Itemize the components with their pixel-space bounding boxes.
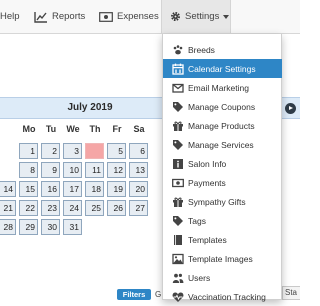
- weekday-label: We: [66, 124, 80, 134]
- menu-item-label: Template Images: [188, 253, 253, 264]
- menu-item-label: Tags: [188, 215, 206, 226]
- calendar-day[interactable]: 19: [107, 181, 126, 197]
- calendar-day[interactable]: 24: [63, 200, 82, 216]
- menu-item-manage-coupons[interactable]: Manage Coupons: [163, 97, 282, 116]
- calendar-day[interactable]: 23: [41, 200, 60, 216]
- calendar-day[interactable]: 17: [63, 181, 82, 197]
- partial-status-tab[interactable]: Sta: [282, 286, 300, 300]
- calendar-day[interactable]: 14: [0, 181, 16, 197]
- menu-item-label: Vaccination Tracking: [188, 291, 266, 302]
- calendar-day[interactable]: 25: [85, 200, 104, 216]
- calendar-day[interactable]: 12: [107, 162, 126, 178]
- settings-dropdown-menu: Breeds Calendar Settings Email Marketing Ma…: [162, 34, 282, 302]
- menu-item-users[interactable]: Users: [163, 268, 282, 287]
- envelope-icon: [172, 82, 188, 94]
- calendar-day[interactable]: 3: [63, 143, 82, 159]
- calendar-day[interactable]: 21: [0, 200, 16, 216]
- calendar-day[interactable]: 1: [19, 143, 38, 159]
- top-navigation: Help Reports Expenses Settings: [0, 0, 300, 34]
- tag-icon: [172, 101, 188, 113]
- calendar-day[interactable]: 15: [19, 181, 38, 197]
- menu-item-label: Email Marketing: [188, 82, 249, 93]
- partial-bottom-label: G: [155, 290, 162, 299]
- nav-help[interactable]: Help: [0, 0, 20, 33]
- calendar-day[interactable]: 22: [19, 200, 38, 216]
- calendar-day[interactable]: 8: [19, 162, 38, 178]
- nav-help-label: Help: [0, 11, 20, 22]
- nav-expenses[interactable]: Expenses: [99, 0, 159, 33]
- money-icon: [99, 11, 117, 22]
- menu-item-tags[interactable]: Tags: [163, 211, 282, 230]
- calendar-day[interactable]: 31: [63, 219, 82, 235]
- menu-item-label: Manage Services: [188, 139, 254, 150]
- nav-settings-dropdown[interactable]: Settings: [161, 0, 231, 33]
- calendar-day[interactable]: 18: [85, 181, 104, 197]
- menu-item-label: Templates: [188, 234, 227, 245]
- image-icon: [172, 253, 188, 265]
- menu-item-label: Manage Coupons: [188, 101, 256, 112]
- money-icon: [172, 177, 188, 189]
- menu-item-salon-info[interactable]: Salon Info: [163, 154, 282, 173]
- next-month-icon[interactable]: [285, 103, 296, 114]
- menu-item-label: Payments: [188, 177, 226, 188]
- heartbeat-icon: [172, 291, 188, 303]
- calendar-day[interactable]: 10: [63, 162, 82, 178]
- calendar-day[interactable]: 20: [129, 181, 148, 197]
- weekday-label: Th: [89, 124, 101, 134]
- menu-item-label: Users: [188, 272, 211, 283]
- gear-icon: [170, 11, 185, 22]
- menu-item-manage-services[interactable]: Manage Services: [163, 135, 282, 154]
- menu-item-label: Salon Info: [188, 158, 227, 169]
- menu-item-template-images[interactable]: Template Images: [163, 249, 282, 268]
- menu-item-label: Sympathy Gifts: [188, 196, 246, 207]
- weekday-label: Mo: [22, 124, 36, 134]
- calendar-day[interactable]: 28: [0, 219, 16, 235]
- weekday-label: Sa: [133, 124, 145, 134]
- gift-icon: [172, 120, 188, 132]
- book-icon: [172, 234, 188, 246]
- menu-item-sympathy-gifts[interactable]: Sympathy Gifts: [163, 192, 282, 211]
- gift-icon: [172, 196, 188, 208]
- menu-item-breeds[interactable]: Breeds: [163, 40, 282, 59]
- menu-item-templates[interactable]: Templates: [163, 230, 282, 249]
- tag-icon: [172, 139, 188, 151]
- filters-button[interactable]: Filters: [117, 289, 151, 300]
- info-icon: [172, 158, 188, 170]
- weekday-label: Tu: [45, 124, 57, 134]
- calendar-day[interactable]: 5: [107, 143, 126, 159]
- calendar-day[interactable]: 26: [107, 200, 126, 216]
- weekday-label: Fr: [112, 124, 122, 134]
- tag-icon: [172, 215, 188, 227]
- calendar-day[interactable]: 30: [41, 219, 60, 235]
- menu-item-label: Manage Products: [188, 120, 255, 131]
- calendar-month-title: July 2019: [67, 102, 113, 113]
- menu-item-label: Breeds: [188, 44, 215, 55]
- nav-reports[interactable]: Reports: [34, 0, 85, 33]
- nav-reports-label: Reports: [52, 11, 86, 22]
- menu-item-calendar-settings[interactable]: Calendar Settings: [163, 59, 282, 78]
- chevron-down-icon: [223, 14, 230, 19]
- calendar-day[interactable]: 9: [41, 162, 60, 178]
- menu-item-manage-products[interactable]: Manage Products: [163, 116, 282, 135]
- calendar-day[interactable]: 2: [41, 143, 60, 159]
- nav-settings-label: Settings: [185, 11, 220, 22]
- calendar-day[interactable]: 27: [129, 200, 148, 216]
- chart-icon: [34, 11, 52, 23]
- calendar-day[interactable]: 6: [129, 143, 148, 159]
- paw-icon: [172, 44, 188, 56]
- menu-item-label: Calendar Settings: [188, 63, 256, 74]
- calendar-day[interactable]: 13: [129, 162, 148, 178]
- calendar-day[interactable]: 16: [41, 181, 60, 197]
- users-icon: [172, 272, 188, 284]
- calendar-day[interactable]: 29: [19, 219, 38, 235]
- calendar-day-today[interactable]: [85, 143, 104, 159]
- calendar-icon: [172, 63, 188, 75]
- menu-item-vaccination-tracking[interactable]: Vaccination Tracking: [163, 287, 282, 306]
- calendar-day[interactable]: 11: [85, 162, 104, 178]
- menu-item-payments[interactable]: Payments: [163, 173, 282, 192]
- menu-item-email-marketing[interactable]: Email Marketing: [163, 78, 282, 97]
- nav-expenses-label: Expenses: [117, 11, 159, 22]
